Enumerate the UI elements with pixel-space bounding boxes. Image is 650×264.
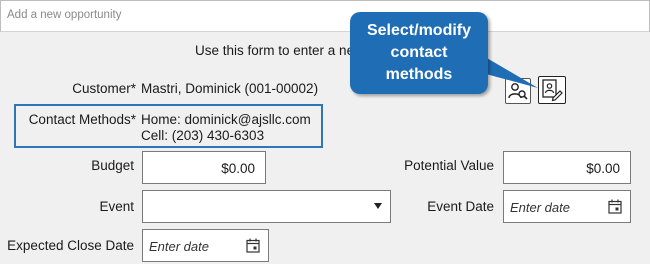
budget-input[interactable]: $0.00 xyxy=(142,151,266,184)
budget-value: $0.00 xyxy=(221,161,255,176)
callout-line-2: contact xyxy=(390,44,448,61)
intro-text: Use this form to enter a ne xyxy=(195,43,355,58)
contact-methods-label: Contact Methods* xyxy=(28,112,136,127)
contact-methods-edit-button[interactable] xyxy=(538,76,566,104)
contact-method-home: Home: dominick@ajsllc.com xyxy=(141,112,311,127)
expected-close-date-label: Expected Close Date xyxy=(7,238,134,253)
help-callout: Select/modify contact methods xyxy=(350,12,488,94)
potential-value-label: Potential Value xyxy=(404,158,494,173)
event-select[interactable] xyxy=(142,190,391,223)
customer-value: Mastri, Dominick (001-00002) xyxy=(141,81,319,96)
contact-card-edit-icon xyxy=(542,79,563,102)
budget-label: Budget xyxy=(91,158,134,173)
callout-pointer xyxy=(480,54,538,88)
calendar-icon[interactable] xyxy=(608,199,622,214)
window-title-bar: Add a new opportunity xyxy=(0,0,650,32)
event-date-label: Event Date xyxy=(427,199,494,214)
window-title: Add a new opportunity xyxy=(7,9,122,21)
expected-close-date-input[interactable]: Enter date xyxy=(142,229,269,262)
callout-line-3: methods xyxy=(385,66,453,83)
contact-method-cell: Cell: (203) 430-6303 xyxy=(141,128,265,143)
callout-line-1: Select/modify xyxy=(366,22,472,39)
expected-close-date-placeholder: Enter date xyxy=(149,239,209,254)
event-label: Event xyxy=(99,199,134,214)
event-date-placeholder: Enter date xyxy=(510,200,570,215)
potential-value-input[interactable]: $0.00 xyxy=(503,151,631,184)
event-date-input[interactable]: Enter date xyxy=(503,190,631,223)
customer-label: Customer* xyxy=(72,81,136,96)
calendar-icon[interactable] xyxy=(246,238,260,253)
chevron-down-icon xyxy=(374,203,382,209)
potential-value-value: $0.00 xyxy=(586,161,620,176)
